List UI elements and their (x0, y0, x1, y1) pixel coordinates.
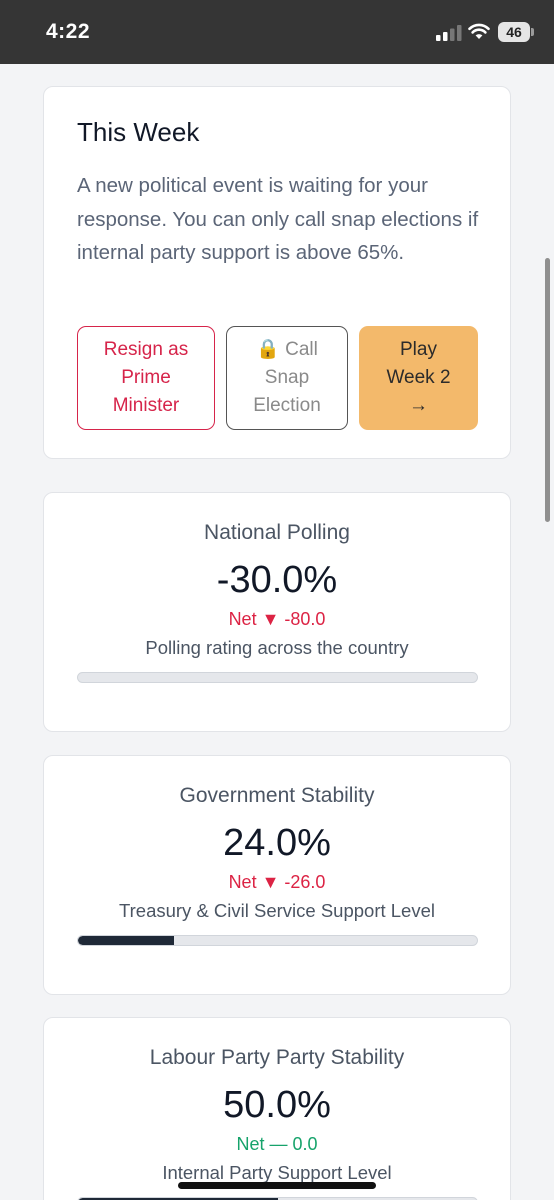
stat-subtitle: Polling rating across the country (145, 637, 409, 658)
progress-bar (77, 672, 478, 683)
stat-title: Government Stability (179, 784, 375, 807)
stat-subtitle: Treasury & Civil Service Support Level (119, 900, 435, 921)
stat-net-change: Net ▼ -26.0 (228, 872, 326, 892)
status-time: 4:22 (46, 20, 91, 43)
progress-fill (78, 936, 174, 945)
stat-title: National Polling (204, 521, 350, 544)
play-week-button[interactable]: Play Week 2 → (359, 326, 478, 430)
stat-subtitle: Internal Party Support Level (162, 1162, 392, 1183)
stat-value: -30.0% (216, 559, 338, 601)
cellular-signal-icon (436, 25, 462, 41)
party-stability-card: Labour Party Party Stability 50.0% Net —… (43, 1017, 511, 1200)
scrollbar[interactable] (545, 258, 550, 522)
status-bar: 4:22 46 (0, 0, 554, 64)
home-indicator[interactable] (178, 1182, 376, 1189)
wifi-icon (468, 23, 490, 39)
stat-value: 50.0% (223, 1084, 331, 1126)
stat-net-change: Net — 0.0 (236, 1134, 318, 1154)
stat-title: Labour Party Party Stability (149, 1046, 405, 1069)
battery-tip (531, 28, 534, 36)
progress-bar (77, 935, 478, 946)
this-week-card: This Week A new political event is waiti… (43, 86, 511, 459)
stat-net-change: Net ▼ -80.0 (228, 609, 326, 629)
battery-indicator: 46 (498, 22, 530, 42)
resign-button[interactable]: Resign as Prime Minister (77, 326, 215, 430)
national-polling-card: National Polling -30.0% Net ▼ -80.0 Poll… (43, 492, 511, 732)
stat-value: 24.0% (223, 822, 331, 864)
call-snap-election-button[interactable]: 🔒 Call Snap Election (226, 326, 348, 430)
this-week-title: This Week (77, 117, 200, 147)
this-week-description: A new political event is waiting for you… (77, 174, 479, 264)
government-stability-card: Government Stability 24.0% Net ▼ -26.0 T… (43, 755, 511, 995)
